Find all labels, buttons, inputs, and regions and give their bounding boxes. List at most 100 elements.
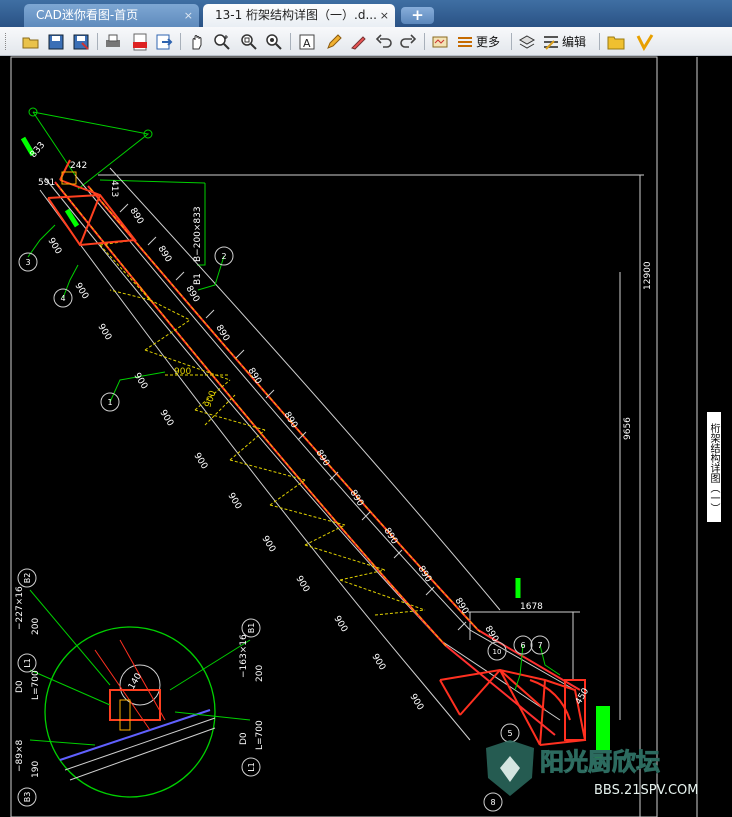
bottom-dim: 900 (407, 692, 425, 712)
detail-label: 200 (255, 665, 265, 682)
side-title: 桁架结构详图（一） (708, 423, 719, 513)
watermark-title: 阳光厨欣坛 (540, 748, 660, 776)
bottom-dim: 900 (45, 236, 63, 256)
watermark-url: BBS.21SPV.COM (594, 783, 699, 798)
callout-number: 4 (60, 294, 65, 303)
bottom-dim: 900 (72, 281, 90, 301)
detail-label: B3 (23, 792, 32, 803)
bottom-dim: 900 (225, 491, 243, 511)
tab-drawing[interactable]: 13-1 桁架结构详图（一）.d... × (203, 4, 395, 27)
title-bar: CAD迷你看图-首页 × 13-1 桁架结构详图（一）.d... × + (0, 0, 732, 27)
detail-view (29, 589, 251, 798)
callout-number: 6 (520, 641, 525, 650)
more-button[interactable]: 更多 (456, 31, 508, 52)
svg-text:A: A (303, 37, 311, 50)
dim-label: 450 (574, 686, 591, 706)
open-icon[interactable] (21, 31, 41, 52)
detail-label: −163×16 (239, 634, 249, 678)
detail-label: L=700 (31, 670, 41, 700)
callout-number: 10 (493, 648, 502, 656)
close-icon[interactable]: × (380, 4, 389, 27)
zoom-in-icon[interactable] (211, 31, 233, 52)
toolbar: A 更多 编辑 (0, 27, 732, 56)
pan-icon[interactable] (187, 31, 207, 52)
zoom-extents-icon[interactable] (263, 31, 285, 52)
toolbar-separator (97, 33, 98, 50)
dim-label: 833 (29, 140, 48, 160)
edit-icon (544, 35, 558, 50)
detail-label: D0 (239, 732, 249, 745)
callout-number: 2 (221, 252, 226, 261)
member-label: B1 (193, 273, 203, 285)
toolbar-separator (424, 33, 425, 50)
callout-number: 1 (107, 398, 112, 407)
callout-number: 7 (537, 641, 542, 650)
bottom-dim: 900 (131, 371, 149, 391)
bottom-dim: 900 (157, 408, 175, 428)
dim-label: 1678 (520, 602, 543, 612)
dim-label: 413 (109, 180, 119, 197)
vip-icon[interactable] (635, 31, 655, 52)
callout-leaders (27, 224, 561, 691)
edit-button[interactable]: 编辑 (542, 31, 594, 52)
zoom-window-icon[interactable] (238, 31, 260, 52)
detail-label: −89×8 (15, 739, 25, 772)
panel-dim: 890 (245, 366, 263, 386)
tab-home[interactable]: CAD迷你看图-首页 × (24, 4, 199, 27)
callout-number: 3 (25, 258, 30, 267)
redo-icon[interactable] (398, 31, 418, 52)
tab-home-label: CAD迷你看图-首页 (36, 8, 139, 22)
new-tab-button[interactable]: + (401, 7, 434, 24)
drawing-canvas[interactable]: 833 242 591 413 12900 9656 1678 B1 B−200… (0, 56, 732, 817)
saveas-icon[interactable] (71, 31, 91, 52)
detail-label: 200 (31, 618, 41, 635)
panel-dim: 890 (127, 206, 145, 226)
layers-icon[interactable] (517, 31, 537, 52)
toolbar-separator (290, 33, 291, 50)
dim-label: 900 (174, 367, 191, 377)
bottom-dim: 900 (369, 652, 387, 672)
panel-dim: 890 (213, 323, 231, 343)
detail-label: B1 (247, 623, 256, 634)
dim-label: 591 (38, 178, 55, 188)
panel-dim: 890 (155, 244, 173, 264)
pdf-icon[interactable] (130, 31, 150, 52)
callout-number: 5 (507, 729, 512, 738)
detail-label: 140 (127, 671, 144, 691)
text-icon[interactable]: A (297, 31, 317, 52)
detail-label: L=700 (255, 720, 265, 750)
print-icon[interactable] (103, 31, 123, 52)
bottom-dim: 900 (331, 614, 349, 634)
tab-drawing-label: 13-1 桁架结构详图（一）.d... (215, 8, 377, 22)
measure-icon[interactable] (430, 31, 450, 52)
bottom-dim: 900 (293, 574, 311, 594)
callout-number: 8 (490, 798, 495, 807)
detail-label: L1 (247, 762, 256, 772)
close-icon[interactable]: × (184, 4, 193, 27)
toolbar-grip (2, 31, 10, 52)
pen-icon[interactable] (324, 31, 344, 52)
bottom-dim: 900 (95, 322, 113, 342)
detail-label: L1 (23, 658, 32, 668)
detail-label: D0 (15, 680, 25, 693)
detail-label: 190 (31, 761, 41, 778)
folder-icon[interactable] (606, 31, 626, 52)
drawing-border (10, 56, 658, 817)
eraser-icon[interactable] (348, 31, 368, 52)
more-label: 更多 (476, 35, 501, 49)
toolbar-separator (511, 33, 512, 50)
dim-label: 9656 (623, 417, 633, 440)
bottom-dim: 900 (259, 534, 277, 554)
watermark: 阳光厨欣坛 BBS.21SPV.COM (482, 738, 727, 798)
detail-circles (17, 568, 261, 807)
dim-label: 12900 (643, 261, 653, 290)
detail-label: B2 (23, 573, 32, 584)
toolbar-separator (599, 33, 600, 50)
bottom-dim: 900 (191, 451, 209, 471)
undo-icon[interactable] (374, 31, 394, 52)
section-label: B−200×833 (193, 206, 203, 262)
save-icon[interactable] (46, 31, 66, 52)
cad-drawing[interactable]: 833 242 591 413 12900 9656 1678 B1 B−200… (0, 56, 732, 817)
dim-label: 242 (70, 161, 87, 171)
export-icon[interactable] (154, 31, 174, 52)
